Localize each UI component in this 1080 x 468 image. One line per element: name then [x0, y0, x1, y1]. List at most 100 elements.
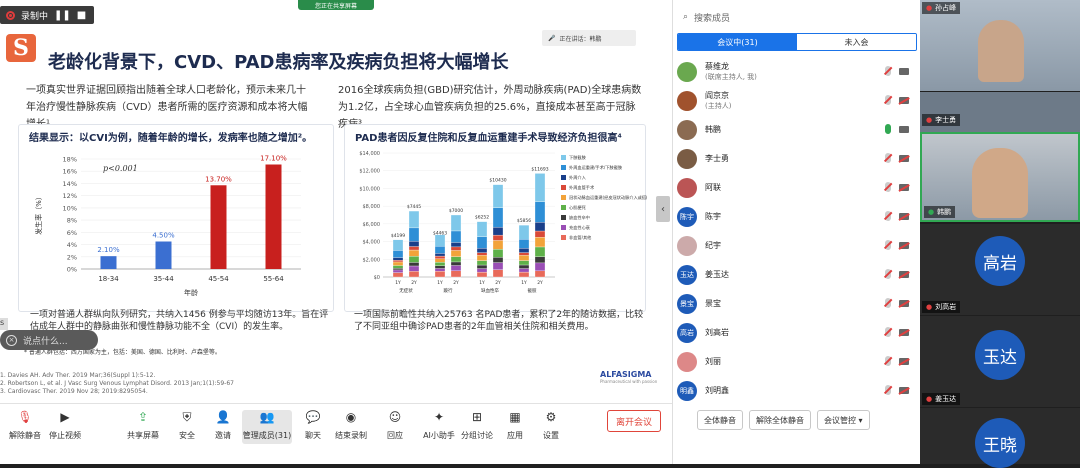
cvi-incidence-chart: 0% 2% 4% 6% 8% 10% 12% 14% 16% 18% 2.10% 18-34 4.50%… — [34, 155, 301, 297]
bar-segment — [492, 207, 504, 228]
legend-swatch — [561, 175, 566, 180]
invite-button[interactable]: 👤 邀请 — [198, 410, 248, 441]
settings-button[interactable]: ⚙ 设置 — [526, 410, 576, 441]
react-button[interactable]: ☺ 回应 — [370, 410, 420, 441]
bar-segment — [392, 269, 404, 273]
share-screen-button[interactable]: ⇪ 共享屏幕 — [118, 410, 168, 441]
camera-icon[interactable] — [899, 154, 909, 162]
data-label: 17.10% — [260, 155, 287, 163]
collapse-panel-button[interactable]: ‹ — [656, 196, 670, 222]
member-row[interactable]: 蔡维龙 (联席主持人, 我) — [677, 58, 917, 86]
references: 1. Davies AH. Adv Ther. 2019 Mar;36(Supp… — [0, 372, 234, 396]
speaking-label: 正在讲话：韩鹏 — [559, 35, 602, 43]
bar-segment — [476, 248, 488, 253]
member-row[interactable]: 韩鹏 — [677, 116, 917, 144]
camera-icon[interactable] — [899, 67, 909, 75]
y-tick-label: 12% — [63, 192, 77, 200]
recording-indicator[interactable]: 录制中 ❚❚ ■ — [0, 6, 94, 24]
bar-segment — [476, 236, 488, 249]
side-expand-handle[interactable]: s — [0, 318, 8, 330]
y-tick-label: 10% — [63, 204, 77, 212]
camera-icon[interactable] — [899, 386, 909, 394]
gallery-tile-2[interactable]: ● 李士勇 — [920, 92, 1080, 132]
mic-off-icon[interactable] — [885, 269, 891, 279]
avatar: 玉达 — [975, 330, 1025, 380]
mic-off-icon[interactable] — [885, 182, 891, 192]
legend-swatch — [561, 205, 566, 210]
mic-off-icon[interactable] — [885, 211, 891, 221]
y-tick-label: 4% — [67, 241, 77, 249]
member-row[interactable]: 阎京京 (主持人) — [677, 87, 917, 115]
mic-off-icon[interactable] — [885, 385, 891, 395]
mute-all-button[interactable]: 全体静音 — [697, 410, 743, 430]
mic-off-icon[interactable] — [885, 327, 891, 337]
camera-icon[interactable] — [899, 125, 909, 133]
video-icon: ▶ — [60, 410, 70, 424]
mic-on-icon[interactable] — [885, 124, 891, 134]
member-role: (联席主持人, 我) — [705, 73, 757, 81]
mic-off-icon[interactable] — [885, 240, 891, 250]
total-label: $4463 — [433, 230, 447, 236]
cvi-chart-title: 结果显示：以CVI为例，随着年龄的增长，发病率也随之增加²。 — [29, 133, 313, 144]
end-recording-button[interactable]: ◉ 结束录制 — [326, 410, 376, 441]
bar-segment — [450, 265, 462, 271]
member-search[interactable]: ⌕ 搜索成员 — [679, 8, 915, 26]
leave-meeting-button[interactable]: 离开会议 — [607, 410, 661, 432]
camera-icon[interactable] — [899, 299, 909, 307]
member-row[interactable]: 高岩 刘高岩 — [677, 319, 917, 347]
member-controls — [885, 124, 909, 134]
legend-swatch — [561, 165, 566, 170]
member-row[interactable]: 纪宇 — [677, 232, 917, 260]
stop-recording-icon[interactable]: ■ — [77, 10, 86, 21]
mic-off-icon[interactable] — [885, 153, 891, 163]
camera-icon[interactable] — [899, 241, 909, 249]
close-comment-icon[interactable]: × — [6, 334, 17, 346]
member-row[interactable]: 玉达 姜玉达 — [677, 261, 917, 289]
sharing-banner[interactable]: 您正在共享屏幕 — [298, 0, 374, 10]
stop-video-button[interactable]: ▶ 停止视频 — [40, 410, 90, 441]
camera-icon[interactable] — [899, 96, 909, 104]
mic-off-icon[interactable] — [885, 298, 891, 308]
tab-not-joined[interactable]: 未入会 — [797, 34, 916, 50]
gallery-tile-1[interactable]: ● 孙占峰 — [920, 0, 1080, 91]
tab-in-meeting[interactable]: 会议中(31) — [678, 34, 797, 50]
avatar: 玉达 — [677, 265, 697, 285]
pause-recording-icon[interactable]: ❚❚ — [54, 10, 71, 21]
participant-video — [972, 148, 1028, 218]
camera-icon[interactable] — [899, 183, 909, 191]
comment-box[interactable]: × 说点什么... — [0, 330, 98, 350]
member-row[interactable]: 阿联 — [677, 174, 917, 202]
bar-segment — [518, 252, 530, 256]
y-tick-label: $8,000 — [363, 204, 381, 210]
camera-icon[interactable] — [899, 357, 909, 365]
avatar — [677, 62, 697, 82]
camera-icon[interactable] — [899, 270, 909, 278]
x-tick-label: 45-54 — [208, 275, 229, 283]
manage-members-button[interactable]: 👥 管理成员(31) — [242, 410, 292, 444]
member-actions: 全体静音 解除全体静音 会议管控 ▾ — [673, 410, 921, 430]
gallery-tile-6[interactable]: 王晓 — [920, 408, 1080, 468]
mic-off-icon[interactable] — [885, 356, 891, 366]
camera-icon[interactable] — [899, 212, 909, 220]
member-row[interactable]: 陈宇 陈宇 — [677, 203, 917, 231]
meeting-control-button[interactable]: 会议管控 ▾ — [817, 410, 870, 430]
member-name: 刘丽 — [705, 357, 855, 367]
gallery-tile-3[interactable]: ● 韩鹏 — [920, 132, 1080, 222]
unmute-all-button[interactable]: 解除全体静音 — [749, 410, 811, 430]
member-row[interactable]: 李士勇 — [677, 145, 917, 173]
gallery-name-label: 刘高岩 — [935, 303, 957, 311]
mic-off-icon[interactable] — [885, 95, 891, 105]
member-row[interactable]: 景宝 景宝 — [677, 290, 917, 318]
member-row[interactable]: 明鑫 刘明鑫 — [677, 377, 917, 405]
bar — [155, 241, 172, 269]
gallery-tile-5[interactable]: 玉达 ● 姜玉达 — [920, 316, 1080, 407]
bar-segment — [434, 258, 446, 263]
bar-segment — [434, 265, 446, 269]
gallery-tile-4[interactable]: 高岩 ● 刘高岩 — [920, 224, 1080, 315]
member-name-label: 韩鹏 — [705, 125, 721, 134]
member-row[interactable]: 刘丽 — [677, 348, 917, 376]
member-name: 韩鹏 — [705, 125, 855, 135]
bar-segment — [392, 272, 404, 278]
camera-icon[interactable] — [899, 328, 909, 336]
mic-off-icon[interactable] — [885, 66, 891, 76]
